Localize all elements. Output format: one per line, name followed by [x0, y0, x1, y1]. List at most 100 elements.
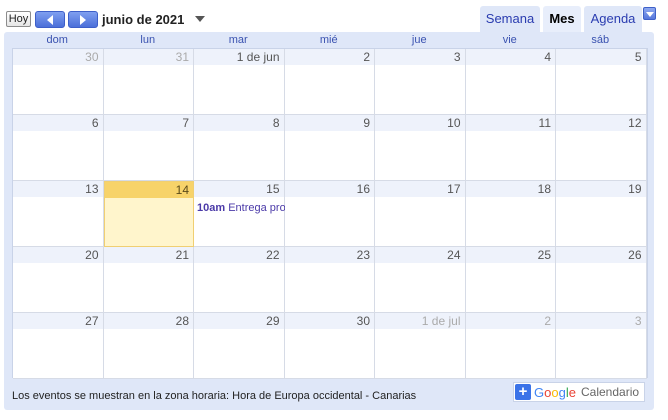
day-number[interactable]: 9	[284, 115, 374, 131]
day-number[interactable]: 5	[556, 49, 646, 65]
day-cell[interactable]: 12	[556, 115, 647, 181]
day-cell[interactable]: 28	[103, 313, 194, 379]
google-calendar-badge[interactable]: + Google Calendario	[513, 382, 645, 402]
day-cell[interactable]: 2	[465, 313, 556, 379]
day-number[interactable]: 24	[375, 247, 465, 263]
day-number[interactable]: 26	[556, 247, 646, 263]
day-cell[interactable]: 1 de jul	[375, 313, 466, 379]
day-cell[interactable]: 4	[465, 49, 556, 115]
weekday-label: lun	[140, 34, 156, 46]
chevron-right-icon	[80, 15, 86, 25]
day-cell[interactable]: 16	[284, 181, 375, 247]
calendar-toolbar: Hoy junio de 2021 Semana Mes Agenda	[0, 0, 668, 32]
day-number[interactable]: 3	[375, 49, 465, 65]
day-cell[interactable]: 9	[284, 115, 375, 181]
day-number[interactable]: 8	[194, 115, 284, 131]
day-cell[interactable]: 2	[284, 49, 375, 115]
day-cell[interactable]: 3	[375, 49, 466, 115]
today-button[interactable]: Hoy	[6, 11, 31, 27]
day-number[interactable]: 6	[13, 115, 103, 131]
day-number[interactable]: 10	[375, 115, 465, 131]
day-cell[interactable]: 30	[13, 49, 104, 115]
day-number[interactable]: 7	[103, 115, 193, 131]
day-number[interactable]: 27	[13, 313, 103, 329]
day-number[interactable]: 2	[465, 313, 555, 329]
day-number[interactable]: 30	[284, 313, 374, 329]
day-number[interactable]: 1 de jun	[194, 49, 284, 65]
day-number[interactable]: 3	[556, 313, 646, 329]
day-cell[interactable]: 19	[556, 181, 647, 247]
month-grid: 30 31 1 de jun 2 3 4 5 6 7 8 9 10 11 12 13 14 15 10am Ent…	[12, 48, 648, 379]
day-number[interactable]: 15	[194, 181, 284, 197]
tab-mes[interactable]: Mes	[543, 6, 581, 32]
day-cell[interactable]: 25	[465, 247, 556, 313]
day-number[interactable]: 20	[13, 247, 103, 263]
current-period-label: junio de 2021	[102, 12, 185, 27]
tab-agenda[interactable]: Agenda	[584, 6, 642, 32]
event-title: Entrega proyecto	[228, 202, 285, 214]
event-time: 10am	[197, 202, 226, 214]
day-cell[interactable]: 31	[103, 49, 194, 115]
day-cell[interactable]: 22	[194, 247, 285, 313]
day-cell-today[interactable]: 14	[103, 181, 194, 247]
day-number[interactable]: 30	[13, 49, 103, 65]
day-cell[interactable]: 10	[375, 115, 466, 181]
day-number[interactable]: 23	[284, 247, 374, 263]
day-number[interactable]: 19	[556, 181, 646, 197]
weekday-label: vie	[502, 34, 517, 46]
day-number[interactable]: 31	[103, 49, 193, 65]
chevron-left-icon	[47, 15, 53, 25]
weekday-label: mar	[228, 34, 248, 46]
day-cell[interactable]: 8	[194, 115, 285, 181]
day-cell[interactable]: 26	[556, 247, 647, 313]
day-cell[interactable]: 30	[284, 313, 375, 379]
day-cell[interactable]: 1 de jun	[194, 49, 285, 115]
weekday-label: dom	[46, 34, 68, 46]
day-cell[interactable]: 23	[284, 247, 375, 313]
day-cell[interactable]: 11	[465, 115, 556, 181]
day-number[interactable]: 17	[375, 181, 465, 197]
weekday-header: dom lun mar mié jue vie sáb	[12, 32, 648, 48]
day-number[interactable]: 12	[556, 115, 646, 131]
day-number[interactable]: 14	[104, 182, 193, 198]
previous-period-button[interactable]	[35, 11, 65, 28]
view-menu-button[interactable]	[643, 7, 656, 20]
weekday-label: sáb	[591, 34, 610, 46]
day-cell[interactable]: 17	[375, 181, 466, 247]
tab-semana[interactable]: Semana	[480, 6, 540, 32]
day-number[interactable]: 13	[13, 181, 103, 197]
day-cell[interactable]: 5	[556, 49, 647, 115]
day-cell[interactable]: 13	[13, 181, 104, 247]
day-cell[interactable]: 15 10am Entrega proyecto	[194, 181, 285, 247]
google-logo: Google	[534, 385, 576, 400]
day-number[interactable]: 4	[465, 49, 555, 65]
date-picker-dropdown-icon[interactable]	[195, 16, 205, 22]
timezone-note: Los eventos se muestran en la zona horar…	[12, 390, 417, 402]
weekday-label: mié	[319, 34, 338, 46]
plus-icon: +	[515, 384, 531, 400]
calendar-frame: dom lun mar mié jue vie sáb 30 31 1 de jun 2 3 4 5 6 7…	[4, 32, 654, 410]
day-number[interactable]: 29	[194, 313, 284, 329]
day-cell[interactable]: 27	[13, 313, 104, 379]
day-number[interactable]: 16	[284, 181, 374, 197]
day-cell[interactable]: 21	[103, 247, 194, 313]
day-cell[interactable]: 3	[556, 313, 647, 379]
day-cell[interactable]: 6	[13, 115, 104, 181]
calendar-label: Calendario	[581, 385, 640, 399]
day-number[interactable]: 25	[465, 247, 555, 263]
next-period-button[interactable]	[68, 11, 98, 28]
day-cell[interactable]: 24	[375, 247, 466, 313]
day-number[interactable]: 1 de jul	[375, 313, 465, 329]
day-number[interactable]: 2	[284, 49, 374, 65]
day-number[interactable]: 21	[103, 247, 193, 263]
calendar-event[interactable]: 10am Entrega proyecto	[197, 202, 285, 216]
day-cell[interactable]: 7	[103, 115, 194, 181]
day-number[interactable]: 28	[103, 313, 193, 329]
day-number[interactable]: 11	[465, 115, 555, 131]
weekday-label: jue	[411, 34, 427, 46]
day-cell[interactable]: 18	[465, 181, 556, 247]
day-cell[interactable]: 29	[194, 313, 285, 379]
day-number[interactable]: 18	[465, 181, 555, 197]
day-number[interactable]: 22	[194, 247, 284, 263]
day-cell[interactable]: 20	[13, 247, 104, 313]
